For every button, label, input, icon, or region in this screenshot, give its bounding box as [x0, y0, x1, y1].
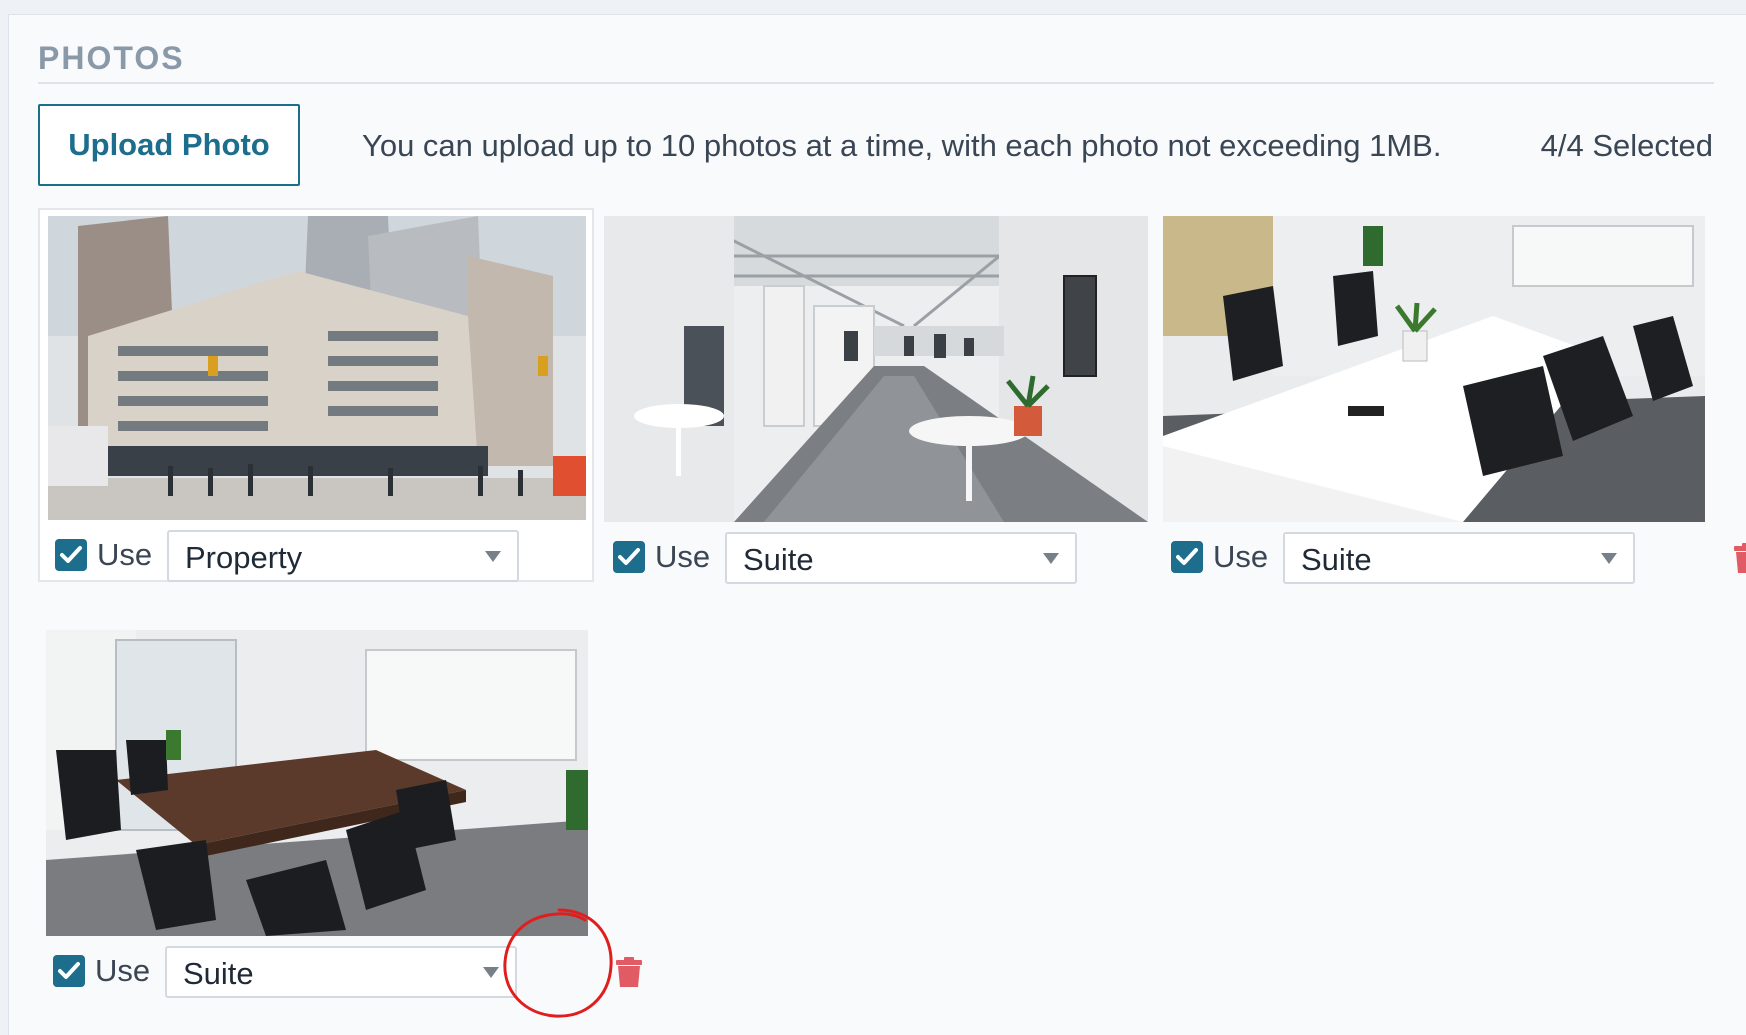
use-checkbox[interactable]	[1171, 541, 1203, 573]
photo-controls: Use Suite	[1171, 532, 1746, 584]
caret-down-icon	[1601, 553, 1617, 564]
selected-count: 4/4 Selected	[1540, 128, 1713, 163]
section-divider	[38, 82, 1714, 84]
caret-down-icon	[1043, 553, 1059, 564]
checkmark-icon	[1176, 548, 1198, 565]
use-checkbox[interactable]	[613, 541, 645, 573]
use-label: Use	[95, 953, 151, 988]
trash-icon	[1734, 543, 1746, 573]
checkmark-icon	[60, 546, 82, 563]
photo-category-select[interactable]: Suite	[1283, 532, 1635, 584]
use-checkbox[interactable]	[53, 955, 85, 987]
checkmark-icon	[58, 962, 80, 979]
trash-icon	[616, 957, 642, 987]
photo-controls: Use Property	[55, 530, 655, 582]
use-label: Use	[97, 537, 153, 572]
upload-photo-button[interactable]: Upload Photo	[38, 104, 300, 186]
caret-down-icon	[483, 967, 499, 978]
photo-category-value: Suite	[1301, 542, 1372, 577]
use-checkbox[interactable]	[55, 539, 87, 571]
section-title: PHOTOS	[38, 40, 185, 76]
caret-down-icon	[485, 551, 501, 562]
photo-category-select[interactable]: Suite	[165, 946, 517, 998]
upload-help-text: You can upload up to 10 photos at a time…	[362, 128, 1442, 163]
use-label: Use	[1213, 539, 1269, 574]
photo-controls: Use Suite	[613, 532, 1213, 584]
photo-thumbnail[interactable]	[48, 216, 586, 520]
delete-photo-button[interactable]	[1733, 542, 1746, 574]
photo-thumbnail[interactable]	[604, 216, 1148, 522]
photo-thumbnail[interactable]	[1163, 216, 1705, 522]
photo-category-value: Suite	[743, 542, 814, 577]
photo-thumbnail[interactable]	[46, 630, 588, 936]
photo-category-value: Suite	[183, 956, 254, 991]
delete-photo-button[interactable]	[615, 956, 643, 988]
photo-category-select[interactable]: Property	[167, 530, 519, 582]
photo-category-value: Property	[185, 540, 303, 575]
photo-controls: Use Suite	[53, 946, 653, 998]
photo-category-select[interactable]: Suite	[725, 532, 1077, 584]
checkmark-icon	[618, 548, 640, 565]
use-label: Use	[655, 539, 711, 574]
